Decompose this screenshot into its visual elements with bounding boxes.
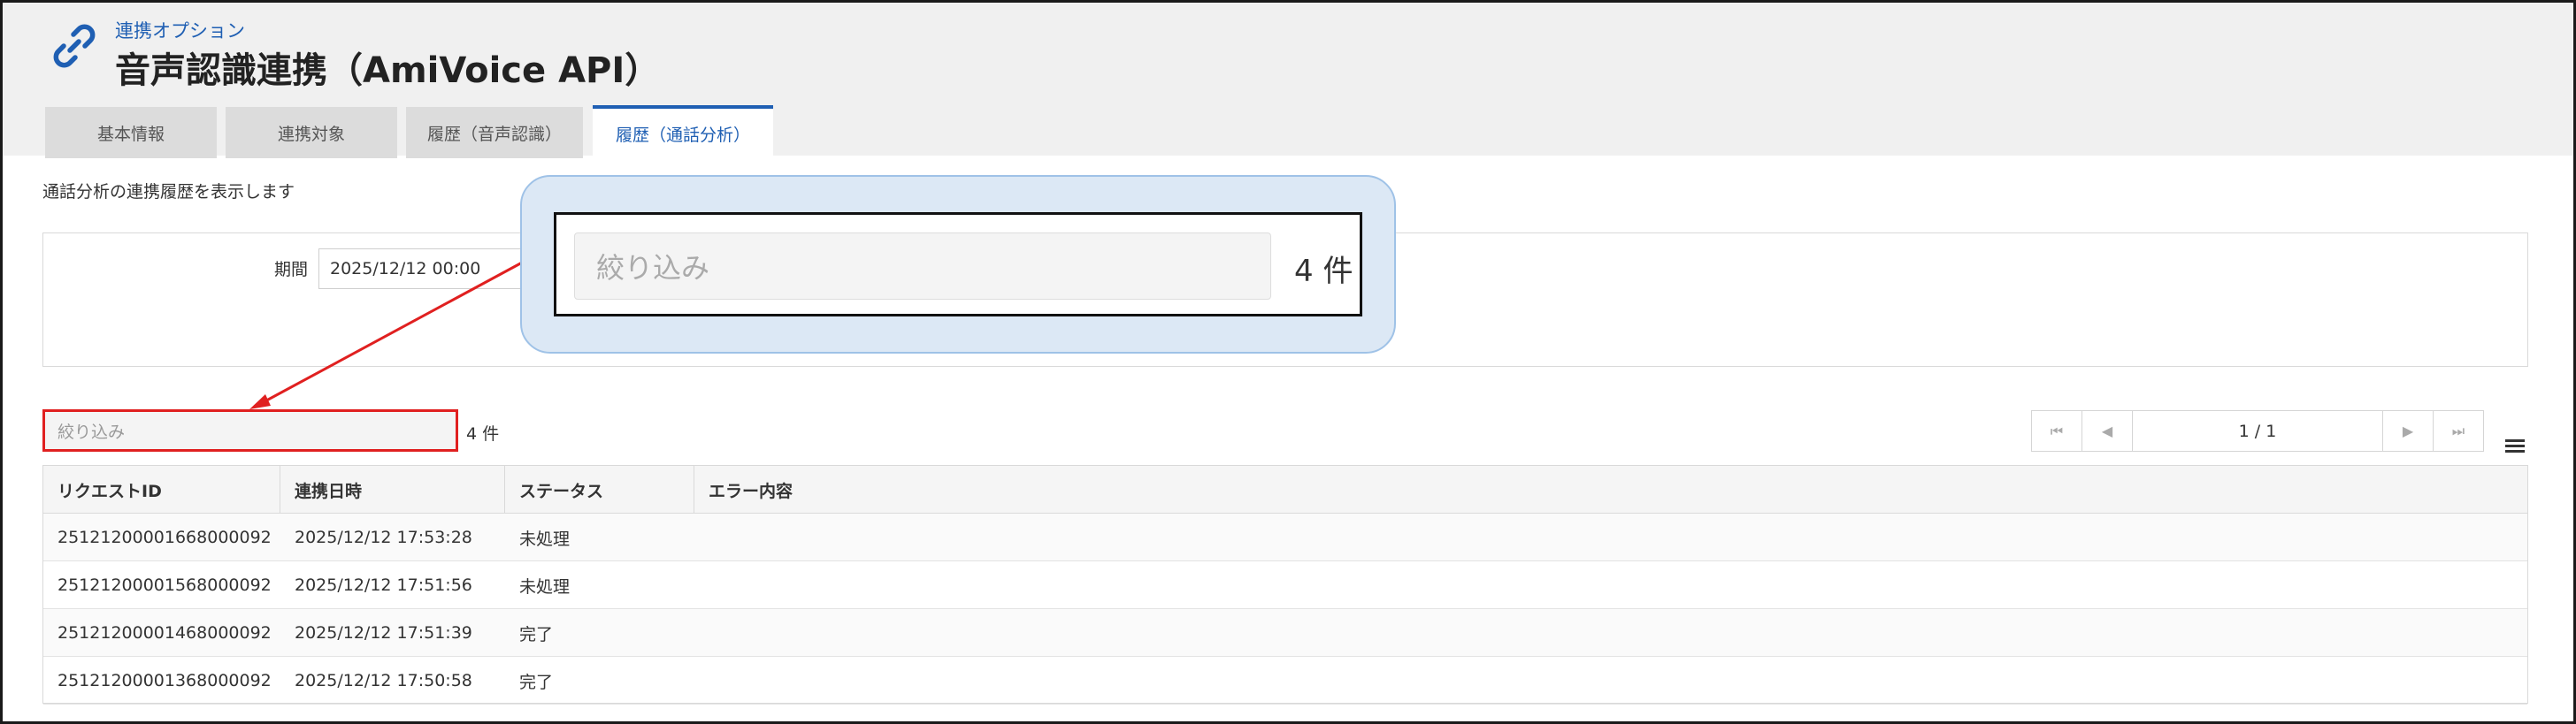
page-title: 音声認識連携（AmiVoice API）	[115, 50, 661, 91]
table-header: リクエストID 連携日時 ステータス エラー内容	[43, 466, 2527, 514]
cell-error	[694, 657, 2529, 705]
tab-label: 履歴（音声認識）	[426, 124, 562, 144]
cell-datetime: 2025/12/12 17:50:58	[295, 671, 472, 690]
column-header-status[interactable]: ステータス	[505, 466, 694, 514]
search-input[interactable]: 絞り込み	[42, 409, 458, 452]
cell-status: 完了	[519, 672, 554, 692]
page-info: 1 / 1	[2238, 421, 2277, 441]
prev-page-icon[interactable]: ◀︎	[2082, 411, 2133, 451]
column-header-request-id[interactable]: リクエストID	[43, 466, 280, 514]
cell-error	[694, 514, 2529, 561]
tab-history-speech[interactable]: 履歴（音声認識）	[406, 107, 583, 158]
column-header-datetime[interactable]: 連携日時	[280, 466, 505, 514]
cell-request-id: 25121200001368000092	[58, 671, 272, 690]
cell-error	[694, 609, 2529, 657]
cell-request-id: 25121200001568000092	[58, 575, 272, 595]
table-row[interactable]: 25121200001668000092 2025/12/12 17:53:28…	[43, 514, 2527, 561]
cell-datetime: 2025/12/12 17:53:28	[295, 528, 472, 547]
cell-request-id: 25121200001668000092	[58, 528, 272, 547]
cell-datetime: 2025/12/12 17:51:39	[295, 623, 472, 643]
column-header-error[interactable]: エラー内容	[694, 466, 2529, 514]
column-menu-icon[interactable]	[2505, 439, 2525, 455]
first-page-icon[interactable]: ⏮︎	[2032, 411, 2082, 451]
period-label: 期間	[274, 260, 309, 279]
table-row[interactable]: 25121200001468000092 2025/12/12 17:51:39…	[43, 609, 2527, 657]
callout-highlight-box: 絞り込み 4 件	[554, 212, 1362, 316]
cell-error	[694, 561, 2529, 609]
pagination: ⏮︎ ◀︎ 1 / 1 ▶︎ ⏭︎	[2031, 410, 2484, 452]
link-icon	[53, 24, 96, 68]
callout-result-count: 4 件	[1294, 254, 1353, 289]
tab-label: 基本情報	[96, 124, 165, 144]
result-count: 4 件	[466, 424, 500, 444]
cell-status: 未処理	[519, 576, 571, 597]
tab-label: 履歴（通話分析）	[615, 125, 750, 145]
tab-basic-info[interactable]: 基本情報	[45, 107, 217, 158]
last-page-icon[interactable]: ⏭︎	[2433, 411, 2483, 451]
page-subtitle: 連携オプション	[115, 20, 245, 42]
page-description: 通話分析の連携履歴を表示します	[42, 182, 295, 202]
cell-status: 完了	[519, 624, 554, 644]
zoom-callout: 絞り込み 4 件	[520, 175, 1396, 354]
cell-request-id: 25121200001468000092	[58, 623, 272, 643]
callout-search-input: 絞り込み	[574, 232, 1271, 300]
next-page-icon[interactable]: ▶︎	[2382, 411, 2433, 451]
tab-label: 連携対象	[277, 124, 345, 144]
period-start-input[interactable]: 2025/12/12 00:00	[318, 248, 531, 289]
table-row[interactable]: 25121200001568000092 2025/12/12 17:51:56…	[43, 561, 2527, 609]
tab-history-call-analysis[interactable]: 履歴（通話分析）	[593, 105, 773, 158]
table-row[interactable]: 25121200001368000092 2025/12/12 17:50:58…	[43, 657, 2527, 705]
cell-status: 未処理	[519, 529, 571, 549]
page-header: 連携オプション 音声認識連携（AmiVoice API） 基本情報 連携対象 履…	[3, 3, 2573, 158]
cell-datetime: 2025/12/12 17:51:56	[295, 575, 472, 595]
history-table: リクエストID 連携日時 ステータス エラー内容 251212000016680…	[42, 465, 2528, 705]
tab-targets[interactable]: 連携対象	[226, 107, 397, 158]
